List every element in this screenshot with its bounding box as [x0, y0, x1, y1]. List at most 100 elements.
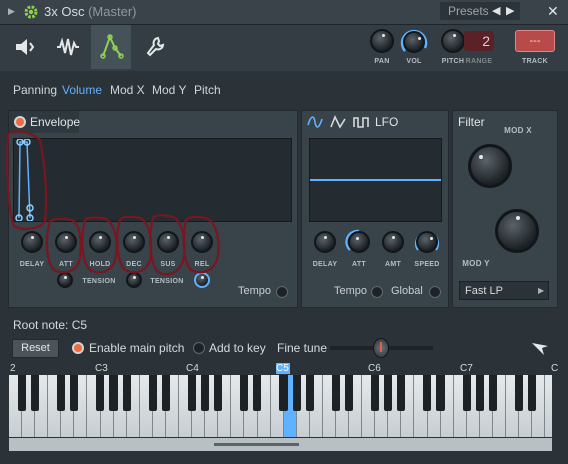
pan-knob[interactable]: [370, 29, 394, 53]
enable-main-pitch-toggle[interactable]: [72, 342, 84, 354]
tab-mod-y[interactable]: Mod Y: [152, 83, 186, 97]
tab-pitch[interactable]: Pitch: [194, 83, 221, 97]
black-key[interactable]: [488, 375, 497, 411]
black-key[interactable]: [475, 375, 484, 411]
vol-label: VOL: [406, 58, 422, 65]
pan-label: PAN: [374, 58, 390, 65]
env-sus-label: SUS: [160, 261, 176, 268]
preset-next-icon[interactable]: ▶: [506, 4, 514, 17]
env-dec-knob[interactable]: [123, 231, 145, 253]
lfo-tempo-toggle[interactable]: [371, 286, 383, 298]
black-key[interactable]: [240, 375, 249, 411]
env-hold-knob[interactable]: [89, 231, 111, 253]
tab-oscillator[interactable]: [5, 25, 45, 69]
tab-mod-x[interactable]: Mod X: [110, 83, 145, 97]
sine-wave-icon[interactable]: [307, 115, 323, 129]
black-key[interactable]: [214, 375, 223, 411]
reset-label: Reset: [21, 342, 50, 354]
lfo-delay-knob[interactable]: [314, 231, 336, 253]
lfo-att-knob[interactable]: [348, 231, 370, 253]
tab-envelope[interactable]: [91, 25, 131, 69]
env-sus-knob[interactable]: [157, 231, 179, 253]
black-key[interactable]: [292, 375, 301, 411]
black-key[interactable]: [109, 375, 118, 411]
black-key[interactable]: [436, 375, 445, 411]
tab-waveform[interactable]: [48, 25, 88, 69]
black-key[interactable]: [344, 375, 353, 411]
pitch-knob[interactable]: [441, 29, 465, 53]
env-tempo-toggle[interactable]: [276, 286, 288, 298]
tab-misc[interactable]: [135, 25, 175, 69]
black-key[interactable]: [70, 375, 79, 411]
black-key[interactable]: [528, 375, 537, 411]
close-icon[interactable]: ✕: [547, 3, 559, 20]
black-key[interactable]: [57, 375, 66, 411]
reset-button[interactable]: Reset: [12, 339, 59, 358]
black-key[interactable]: [514, 375, 524, 411]
keyboard-label-strip: 2 C3 C4 C5 C6 C7 C: [0, 363, 568, 375]
range-label: RANGE: [465, 58, 493, 65]
decay-tension-label: TENSION: [150, 278, 184, 285]
mod-y-knob[interactable]: [495, 209, 539, 253]
black-key[interactable]: [187, 375, 197, 411]
black-key[interactable]: [423, 375, 432, 411]
black-key[interactable]: [331, 375, 340, 411]
scrollbar-thumb[interactable]: [214, 443, 299, 446]
lfo-speed-knob[interactable]: [416, 231, 438, 253]
black-key[interactable]: [279, 375, 288, 411]
pointer-arrow-icon[interactable]: [530, 339, 550, 357]
black-key[interactable]: [30, 375, 40, 411]
black-key[interactable]: [384, 375, 393, 411]
track-display[interactable]: ---: [515, 30, 555, 52]
decay-tension-knob[interactable]: [126, 272, 142, 288]
track-value: ---: [529, 35, 541, 47]
filter-type-select[interactable]: Fast LP ▶: [459, 281, 549, 300]
black-key[interactable]: [17, 375, 26, 411]
black-key[interactable]: [148, 375, 157, 411]
black-key[interactable]: [462, 375, 471, 411]
black-key[interactable]: [122, 375, 131, 411]
env-delay-knob[interactable]: [21, 231, 43, 253]
waveform-icon: [57, 37, 79, 56]
envelope-toggle[interactable]: [14, 116, 26, 128]
range-display[interactable]: 2: [464, 31, 494, 51]
filter-title: Filter: [458, 115, 485, 129]
white-key[interactable]: [545, 375, 552, 437]
black-key[interactable]: [161, 375, 170, 411]
fine-tune-slider[interactable]: [373, 338, 389, 358]
lfo-title: LFO: [375, 115, 399, 129]
presets-box[interactable]: Presets ◀ ▶: [440, 2, 520, 20]
track-label: TRACK: [522, 58, 548, 65]
release-tension-knob[interactable]: [194, 272, 210, 288]
tab-volume[interactable]: Volume: [58, 77, 107, 103]
tab-panning[interactable]: Panning: [13, 83, 57, 97]
env-att-knob[interactable]: [55, 231, 77, 253]
attack-tension-knob[interactable]: [57, 272, 73, 288]
preset-prev-icon[interactable]: ◀: [492, 4, 500, 17]
octave-label: C7: [460, 363, 473, 374]
collapse-arrow-icon[interactable]: ▶: [8, 6, 15, 17]
black-key[interactable]: [201, 375, 210, 411]
black-key[interactable]: [397, 375, 406, 411]
mod-x-knob[interactable]: [468, 144, 512, 188]
black-key[interactable]: [96, 375, 105, 411]
add-to-key-toggle[interactable]: [193, 342, 205, 354]
lfo-global-toggle[interactable]: [429, 286, 441, 298]
presets-label: Presets: [448, 4, 489, 18]
keyboard-scrollbar[interactable]: [9, 438, 552, 451]
env-att-label: ATT: [59, 261, 73, 268]
triangle-wave-icon[interactable]: [330, 115, 346, 129]
env-rel-knob[interactable]: [191, 231, 213, 253]
lfo-amt-knob[interactable]: [382, 231, 404, 253]
black-key[interactable]: [253, 375, 262, 411]
piano-keyboard[interactable]: [9, 375, 552, 437]
lfo-panel: LFO DELAY ATT AMT SPEED Tempo Global: [301, 110, 449, 308]
lfo-tempo-label: Tempo: [334, 285, 368, 297]
square-wave-icon[interactable]: [353, 115, 369, 129]
black-key[interactable]: [305, 375, 314, 411]
filter-type-value: Fast LP: [465, 285, 503, 297]
vol-knob[interactable]: [403, 31, 425, 53]
filter-panel: Filter MOD X MOD Y Fast LP ▶: [452, 110, 558, 308]
envelope-graph[interactable]: [13, 138, 292, 222]
black-key[interactable]: [371, 375, 380, 411]
